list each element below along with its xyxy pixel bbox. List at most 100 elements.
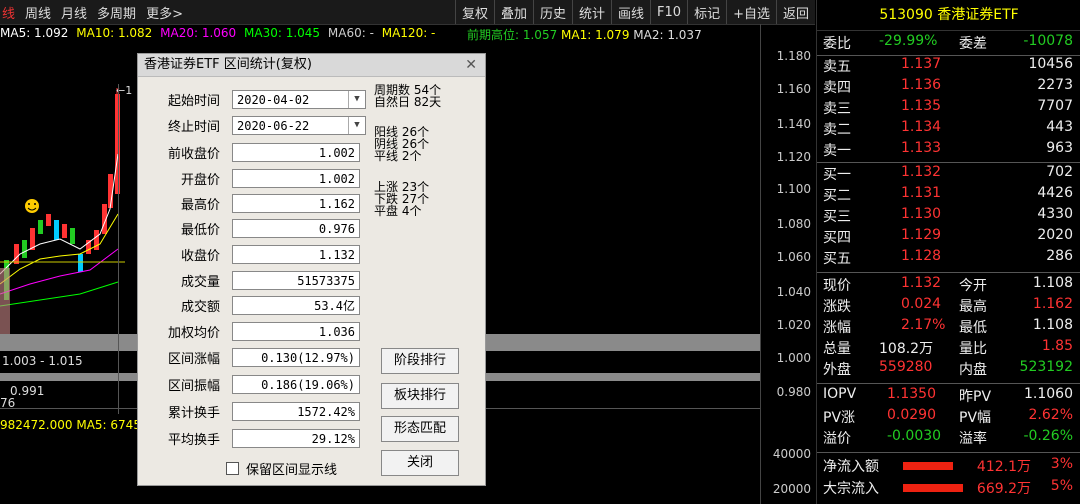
adjust-button[interactable]: 复权 — [454, 0, 494, 24]
stat-value: 1.036 — [232, 321, 360, 341]
price-axis: 1.180 1.160 1.140 1.120 1.100 1.080 1.06… — [760, 24, 817, 504]
keep-range-checkbox[interactable]: 保留区间显示线 — [226, 459, 337, 478]
sector-rank-button[interactable]: 板块排行 — [381, 383, 459, 409]
bid-row[interactable]: 买三 1.130 4330 — [817, 206, 1080, 227]
start-date-picker[interactable]: 2020-04-02 ▼ — [232, 89, 366, 109]
candle — [46, 214, 51, 226]
history-button[interactable]: 历史 — [532, 0, 572, 24]
candle — [54, 220, 59, 240]
statistics-button[interactable]: 统计 — [572, 0, 611, 24]
interval-stats-dialog: 香港证券ETF 区间统计(复权) ✕ 起始时间 2020-04-02 ▼ 终止时间… — [137, 53, 486, 486]
stat-value: 1.162 — [232, 193, 360, 213]
ma-legend: MA5: 1.092 MA10: 1.082 MA20: 1.060 MA30:… — [0, 26, 439, 42]
ma60-value: MA60: - — [327, 26, 374, 40]
ma30-line — [0, 281, 119, 307]
info-row: 外盘 559280 内盘 523192 — [823, 359, 1073, 378]
dialog-title: 香港证券ETF 区间统计(复权) — [144, 57, 312, 72]
candle — [78, 254, 83, 272]
candle — [70, 228, 75, 244]
smiley-icon — [25, 199, 39, 213]
iopv-row: IOPV 1.1350 昨PV 1.1060 — [823, 386, 1073, 405]
flow-bar — [903, 462, 953, 470]
bid-row[interactable]: 买二 1.131 4426 — [817, 185, 1080, 206]
ma10-value: MA10: 1.082 — [76, 26, 153, 40]
candle — [22, 240, 27, 258]
flow-row: 大宗流入 669.2万 5% — [823, 478, 1073, 497]
axis-tick: 1.080 — [776, 217, 811, 231]
security-header: 513090 香港证券ETF — [817, 0, 1080, 31]
back-button[interactable]: 返回 — [775, 0, 815, 24]
ask-row[interactable]: 卖四 1.136 2273 — [817, 77, 1080, 98]
period-stats: 周期数 54个 自然日 82天 — [374, 83, 442, 109]
stat-value: 51573375 — [232, 270, 360, 290]
stat-row: 加权均价 1.036 — [148, 321, 360, 341]
cursor-line — [118, 84, 119, 414]
end-time-row: 终止时间 2020-06-22 ▼ — [148, 115, 366, 135]
ask-row[interactable]: 卖二 1.134 443 — [817, 119, 1080, 140]
axis-tick: 1.180 — [776, 49, 811, 63]
end-time-label: 终止时间 — [167, 119, 220, 135]
axis-tick: 1.100 — [776, 182, 811, 196]
f10-button[interactable]: F10 — [650, 0, 687, 24]
draw-line-button[interactable]: 画线 — [611, 0, 650, 24]
axis-tick: 1.160 — [776, 82, 811, 96]
bid-row[interactable]: 买四 1.129 2020 — [817, 227, 1080, 248]
ask-row[interactable]: 卖三 1.135 7707 — [817, 98, 1080, 119]
stat-row: 平均换手 29.12% — [148, 428, 360, 448]
overlay-button[interactable]: 叠加 — [493, 0, 533, 24]
ma5-value: MA5: 1.092 — [0, 26, 69, 40]
bid-row[interactable]: 买五 1.128 286 — [817, 248, 1080, 269]
stat-row: 成交量 51573375 — [148, 270, 360, 290]
candle-stats: 阳线 26个 阴线 26个 平线 2个 — [374, 125, 430, 163]
prev-high-value: 前期高位: 1.057 — [467, 28, 558, 42]
stat-row: 前收盘价 1.002 — [148, 142, 360, 162]
quote-panel: 513090 香港证券ETF 委比 -29.99% 委差 -10078 卖五 1.… — [816, 0, 1080, 504]
volume-value: 982472.000 MA5: 6745 — [0, 418, 141, 432]
stat-row: 收盘价 1.132 — [148, 244, 360, 264]
add-favorite-button[interactable]: +自选 — [726, 0, 776, 24]
stat-value: 1572.42% — [232, 401, 360, 421]
ma20-value: MA20: 1.060 — [160, 26, 237, 40]
close-button[interactable]: 关闭 — [381, 450, 459, 476]
info-row: 涨跌 0.024 最高 1.162 — [823, 296, 1073, 315]
checkbox-box[interactable] — [226, 462, 239, 475]
axis-tick: 20000 — [772, 482, 811, 496]
info-row: 现价 1.132 今开 1.108 — [823, 275, 1073, 294]
axis-tick: 1.060 — [776, 250, 811, 264]
ask-row[interactable]: 卖一 1.133 963 — [817, 140, 1080, 161]
ma120-value: MA120: - — [381, 26, 436, 40]
stat-row: 成交额 53.4亿 — [148, 295, 360, 315]
candle — [38, 220, 43, 234]
stat-value: 53.4亿 — [232, 295, 360, 315]
chevron-down-icon[interactable]: ▼ — [348, 90, 365, 108]
stat-value: 1.002 — [232, 168, 360, 188]
stat-value: 0.130(12.97%) — [232, 347, 360, 367]
start-time-row: 起始时间 2020-04-02 ▼ — [148, 89, 366, 109]
stat-row: 最低价 0.976 — [148, 218, 360, 238]
stat-row: 累计换手 1572.42% — [148, 401, 360, 421]
info-row: 总量 108.2万 量比 1.85 — [823, 338, 1073, 357]
tab-weekly[interactable]: 周线 — [20, 3, 56, 22]
move-stats: 上涨 23个 下跌 27个 平盘 4个 — [374, 180, 430, 218]
top-toolbar: 线 周线 月线 多周期 更多> 复权 叠加 历史 统计 画线 F10 标记 +自… — [0, 0, 815, 25]
dialog-title-bar[interactable]: 香港证券ETF 区间统计(复权) ✕ — [138, 54, 485, 77]
volume-shade — [0, 268, 10, 338]
stat-value: 0.976 — [232, 218, 360, 238]
info-row: 涨幅 2.17% 最低 1.108 — [823, 317, 1073, 336]
tab-monthly[interactable]: 月线 — [56, 3, 92, 22]
chevron-down-icon[interactable]: ▼ — [348, 116, 365, 134]
end-date-picker[interactable]: 2020-06-22 ▼ — [232, 115, 366, 135]
bid-row[interactable]: 买一 1.132 702 — [817, 164, 1080, 185]
stage-rank-button[interactable]: 阶段排行 — [381, 348, 459, 374]
ma2-value: MA2: 1.037 — [633, 28, 702, 42]
stat-value: 1.132 — [232, 244, 360, 264]
tab-daily[interactable]: 线 — [0, 3, 20, 22]
pattern-match-button[interactable]: 形态匹配 — [381, 416, 459, 442]
tab-more[interactable]: 更多> — [141, 3, 188, 22]
stat-row: 开盘价 1.002 — [148, 168, 360, 188]
mark-button[interactable]: 标记 — [687, 0, 726, 24]
close-icon[interactable]: ✕ — [465, 54, 477, 76]
ask-row[interactable]: 卖五 1.137 10456 — [817, 56, 1080, 77]
tab-multi-period[interactable]: 多周期 — [92, 3, 141, 22]
stat-row: 最高价 1.162 — [148, 193, 360, 213]
